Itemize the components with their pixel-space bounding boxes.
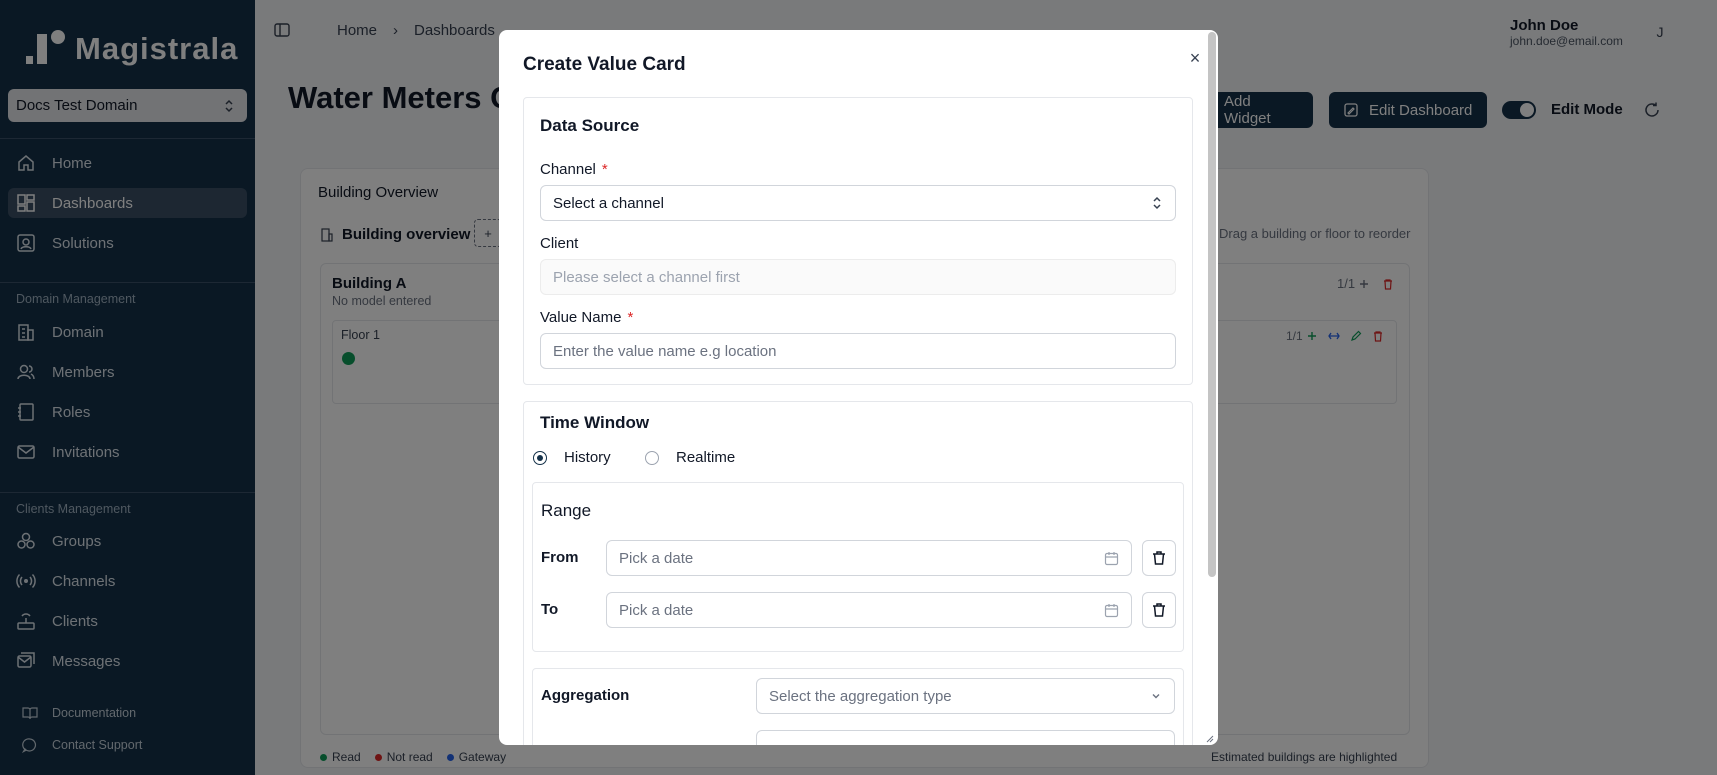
- close-icon[interactable]: ×: [1185, 48, 1205, 68]
- client-placeholder: Please select a channel first: [553, 268, 740, 286]
- calendar-icon: [1104, 551, 1119, 565]
- history-label: History: [564, 449, 611, 466]
- trash-icon: [1153, 603, 1165, 617]
- required-mark: *: [627, 309, 634, 326]
- aggregation-interval-input[interactable]: [756, 730, 1175, 745]
- value-name-label: Value Name *: [540, 309, 634, 326]
- realtime-radio[interactable]: [645, 451, 659, 465]
- required-mark: *: [601, 161, 608, 178]
- value-name-placeholder: Enter the value name e.g location: [553, 342, 777, 360]
- data-source-title: Data Source: [540, 116, 640, 135]
- resize-handle-icon[interactable]: [1205, 734, 1214, 743]
- aggregation-placeholder: Select the aggregation type: [769, 687, 952, 705]
- to-date-placeholder: Pick a date: [619, 601, 694, 619]
- range-title: Range: [541, 501, 592, 520]
- value-name-input[interactable]: Enter the value name e.g location: [540, 333, 1176, 369]
- to-label: To: [541, 601, 559, 618]
- channel-select[interactable]: Select a channel: [540, 185, 1176, 221]
- realtime-label: Realtime: [676, 449, 736, 466]
- aggregation-select[interactable]: Select the aggregation type: [756, 678, 1175, 714]
- calendar-icon: [1104, 603, 1119, 617]
- from-label: From: [541, 549, 579, 566]
- create-value-card-dialog: Create Value Card × Data Source Channel *…: [499, 30, 1218, 745]
- dialog-title: Create Value Card: [523, 54, 686, 75]
- channel-select-value: Select a channel: [553, 194, 664, 212]
- time-window-title: Time Window: [540, 413, 650, 432]
- clear-to-date-button[interactable]: [1142, 592, 1176, 628]
- client-select: Please select a channel first: [540, 259, 1176, 295]
- aggregation-label: Aggregation: [541, 687, 630, 704]
- chevrons-up-down-icon: [1153, 196, 1161, 210]
- channel-label: Channel *: [540, 161, 608, 178]
- from-date-picker[interactable]: Pick a date: [606, 540, 1132, 576]
- from-date-placeholder: Pick a date: [619, 549, 694, 567]
- client-label: Client: [540, 235, 579, 252]
- dialog-scrollbar[interactable]: [1208, 32, 1216, 743]
- clear-from-date-button[interactable]: [1142, 540, 1176, 576]
- trash-icon: [1153, 551, 1165, 565]
- to-date-picker[interactable]: Pick a date: [606, 592, 1132, 628]
- history-radio[interactable]: [533, 451, 547, 465]
- chevron-down-icon: [1152, 694, 1160, 699]
